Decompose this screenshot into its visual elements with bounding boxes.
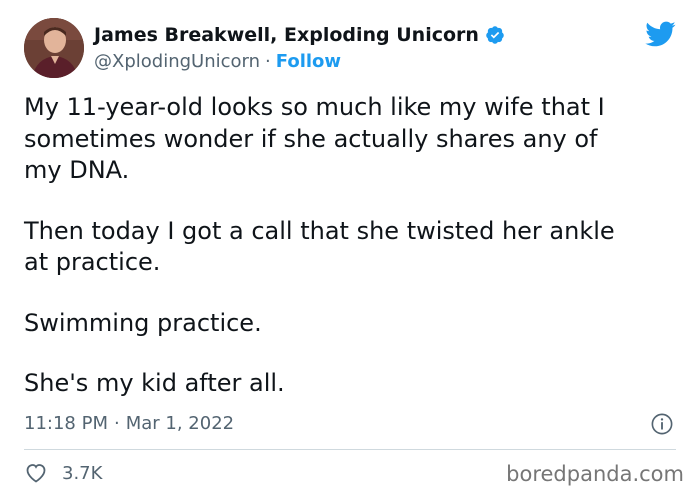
heart-icon — [26, 464, 46, 483]
handle-separator: · — [265, 50, 271, 72]
info-icon[interactable] — [651, 413, 673, 435]
divider — [24, 449, 676, 450]
author-handle-row: @XplodingUnicorn · Follow — [94, 49, 341, 73]
follow-button[interactable]: Follow — [276, 51, 341, 72]
tweet-text: My 11-year-old looks so much like my wif… — [24, 92, 674, 429]
avatar[interactable] — [24, 18, 84, 78]
tweet-paragraph-4: She's my kid after all. — [24, 369, 285, 397]
tweet-paragraph-3: Swimming practice. — [24, 308, 262, 337]
like-button[interactable]: 3.7K — [24, 459, 102, 487]
author-handle[interactable]: @XplodingUnicorn — [94, 51, 260, 72]
timestamp-separator: · — [113, 412, 120, 434]
like-count: 3.7K — [62, 462, 103, 484]
author-name-row: James Breakwell, Exploding Unicorn — [94, 22, 505, 48]
verified-badge-icon — [486, 26, 504, 44]
author-display-name[interactable]: James Breakwell, Exploding Unicorn — [94, 24, 479, 46]
tweet-time[interactable]: 11:18 PM — [24, 413, 108, 434]
tweet-date[interactable]: Mar 1, 2022 — [126, 413, 234, 434]
tweet-paragraph-2: Then today I got a call that she twisted… — [24, 216, 615, 277]
tweet-paragraph-1: My 11-year-old looks so much like my wif… — [24, 93, 605, 184]
tweet-timestamp: 11:18 PM · Mar 1, 2022 — [24, 410, 234, 436]
twitter-logo-icon[interactable] — [644, 20, 676, 48]
boredpanda-watermark: boredpanda.com — [506, 462, 684, 486]
